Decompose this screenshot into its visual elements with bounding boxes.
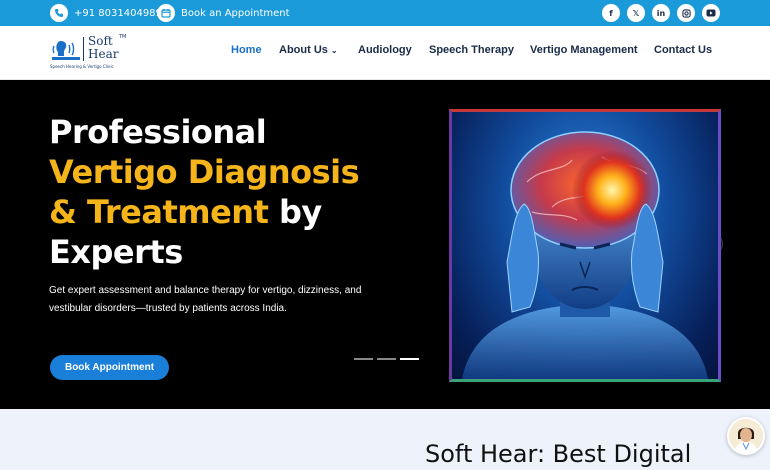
logo-head-icon bbox=[52, 41, 80, 60]
top-bar: +91 8031404989 Book an Appointment f 𝕏 i… bbox=[0, 0, 770, 26]
hero-heading-line3-highlight: & Treatment bbox=[49, 193, 269, 231]
slider-dot-active[interactable] bbox=[400, 358, 419, 360]
hero-slider: Professional Vertigo Diagnosis & Treatme… bbox=[0, 80, 770, 409]
logo-divider bbox=[83, 37, 84, 61]
hero-description-line2: vestibular disorders—trusted by patients… bbox=[49, 303, 287, 314]
slider-dot[interactable] bbox=[377, 358, 396, 360]
phone-number: +91 8031404989 bbox=[74, 7, 162, 19]
nav-audiology[interactable]: Audiology bbox=[358, 44, 412, 56]
book-appointment-button[interactable]: Book Appointment bbox=[50, 355, 169, 380]
hero-brain-illustration bbox=[449, 109, 721, 382]
youtube-icon[interactable] bbox=[702, 4, 720, 22]
facebook-icon[interactable]: f bbox=[602, 4, 620, 22]
phone-link[interactable]: +91 8031404989 bbox=[50, 4, 162, 22]
social-links: f 𝕏 in bbox=[602, 4, 720, 22]
nav-about-us-label: About Us bbox=[279, 44, 328, 56]
nav-home[interactable]: Home bbox=[231, 44, 262, 56]
x-twitter-icon[interactable]: 𝕏 bbox=[627, 4, 645, 22]
hero-heading-line4: Experts bbox=[49, 233, 183, 271]
hero-heading-line2: Vertigo Diagnosis bbox=[49, 153, 360, 191]
hero-heading-line3: & Treatment by bbox=[49, 193, 322, 231]
nav-vertigo-management[interactable]: Vertigo Management bbox=[530, 44, 638, 56]
phone-icon bbox=[50, 4, 68, 22]
chevron-down-icon: ⌄ bbox=[330, 46, 338, 55]
intro-section: Soft Hear: Best Digital bbox=[0, 409, 770, 470]
headache-brain-image bbox=[462, 131, 708, 379]
soft-hear-logo[interactable]: Soft TM Hear Speech Hearing & Vertigo Cl… bbox=[50, 34, 130, 72]
section-title: Soft Hear: Best Digital bbox=[425, 440, 692, 468]
nav-contact-us[interactable]: Contact Us bbox=[654, 44, 712, 56]
linkedin-icon[interactable]: in bbox=[652, 4, 670, 22]
appointment-link[interactable]: Book an Appointment bbox=[157, 4, 290, 22]
nav-speech-therapy[interactable]: Speech Therapy bbox=[429, 44, 514, 56]
instagram-icon[interactable] bbox=[677, 4, 695, 22]
appointment-label: Book an Appointment bbox=[181, 7, 290, 19]
slider-pagination bbox=[354, 358, 419, 360]
hero-heading-line1: Professional bbox=[49, 113, 267, 151]
nav-about-us[interactable]: About Us ⌄ bbox=[279, 44, 338, 56]
slider-prev-arrow-icon[interactable]: ‹ bbox=[51, 235, 65, 254]
chat-widget-avatar[interactable] bbox=[727, 417, 765, 455]
logo-tagline: Speech Hearing & Vertigo Clinic bbox=[50, 64, 114, 69]
calendar-icon bbox=[157, 4, 175, 22]
logo-text-hear: Hear bbox=[88, 47, 119, 61]
hero-heading-line3-rest: by bbox=[268, 193, 322, 231]
hero-description-line1: Get expert assessment and balance therap… bbox=[49, 285, 362, 296]
logo-trademark: TM bbox=[119, 34, 127, 40]
slider-dot[interactable] bbox=[354, 358, 373, 360]
doctor-avatar-icon bbox=[729, 419, 763, 453]
main-navbar: Soft TM Hear Speech Hearing & Vertigo Cl… bbox=[0, 26, 770, 80]
